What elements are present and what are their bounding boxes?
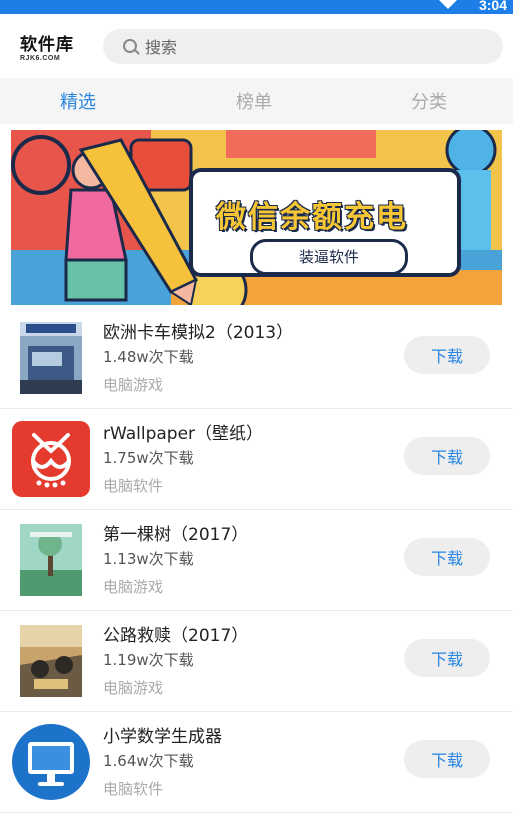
app-name: 小学数学生成器 (103, 727, 222, 747)
app-category: 电脑软件 (103, 780, 164, 798)
tab-bar: 精选 榜单 分类 (0, 78, 513, 124)
search-box[interactable] (103, 29, 503, 66)
app-name: 第一棵树（2017） (103, 525, 249, 545)
firefly-app-icon (12, 421, 90, 497)
app-name: 公路救赎（2017） (103, 626, 249, 646)
download-button[interactable]: 下载 (404, 538, 490, 576)
app-category: 电脑游戏 (103, 578, 164, 596)
list-item[interactable]: 第一棵树（2017） 1.13w次下载 电脑游戏 下载 (0, 510, 513, 611)
banner-subtitle: 装逼软件 (250, 239, 408, 275)
app-category: 电脑游戏 (103, 376, 164, 394)
tab-rankings[interactable]: 榜单 (236, 88, 272, 114)
download-count: 1.48w次下载 (103, 348, 194, 366)
euro-truck-cover-icon (20, 322, 82, 394)
download-count: 1.19w次下载 (103, 651, 194, 669)
logo-domain: RJK6.COM (20, 55, 61, 62)
list-item[interactable]: rWallpaper（壁纸） 1.75w次下载 电脑软件 下载 (0, 409, 513, 510)
app-logo[interactable]: 软件库 RJK6.COM (20, 36, 90, 66)
promo-banner[interactable]: 微信余额充电 装逼软件 (11, 130, 502, 305)
tab-categories[interactable]: 分类 (411, 88, 447, 114)
app-category: 电脑游戏 (103, 679, 164, 697)
download-count: 1.13w次下载 (103, 550, 194, 568)
monitor-app-icon (12, 724, 90, 800)
download-button[interactable]: 下载 (404, 639, 490, 677)
list-item[interactable]: 欧洲卡车模拟2（2013） 1.48w次下载 电脑游戏 下载 (0, 308, 513, 409)
app-name: 欧洲卡车模拟2（2013） (103, 323, 294, 343)
download-count: 1.75w次下载 (103, 449, 194, 467)
status-time: 3:04 (478, 0, 507, 13)
list-item[interactable]: 小学数学生成器 1.64w次下载 电脑软件 下载 (0, 712, 513, 813)
top-bar: 软件库 RJK6.COM (0, 14, 513, 78)
wifi-icon (439, 0, 457, 9)
app-category: 电脑软件 (103, 477, 164, 495)
download-button[interactable]: 下载 (404, 437, 490, 475)
list-item[interactable]: 公路救赎（2017） 1.19w次下载 电脑游戏 下载 (0, 611, 513, 712)
tab-featured[interactable]: 精选 (60, 88, 96, 114)
download-button[interactable]: 下载 (404, 336, 490, 374)
app-list: 欧洲卡车模拟2（2013） 1.48w次下载 电脑游戏 下载 rWallpape… (0, 308, 513, 813)
logo-text: 软件库 (20, 35, 74, 55)
search-icon (123, 39, 137, 53)
banner-title: 微信余额充电 (216, 200, 408, 235)
app-name: rWallpaper（壁纸） (103, 424, 264, 444)
status-bar: 3:04 (0, 0, 513, 14)
download-count: 1.64w次下载 (103, 752, 194, 770)
download-button[interactable]: 下载 (404, 740, 490, 778)
first-tree-cover-icon (20, 524, 82, 596)
search-input[interactable] (143, 29, 487, 66)
road-redemption-cover-icon (20, 625, 82, 697)
